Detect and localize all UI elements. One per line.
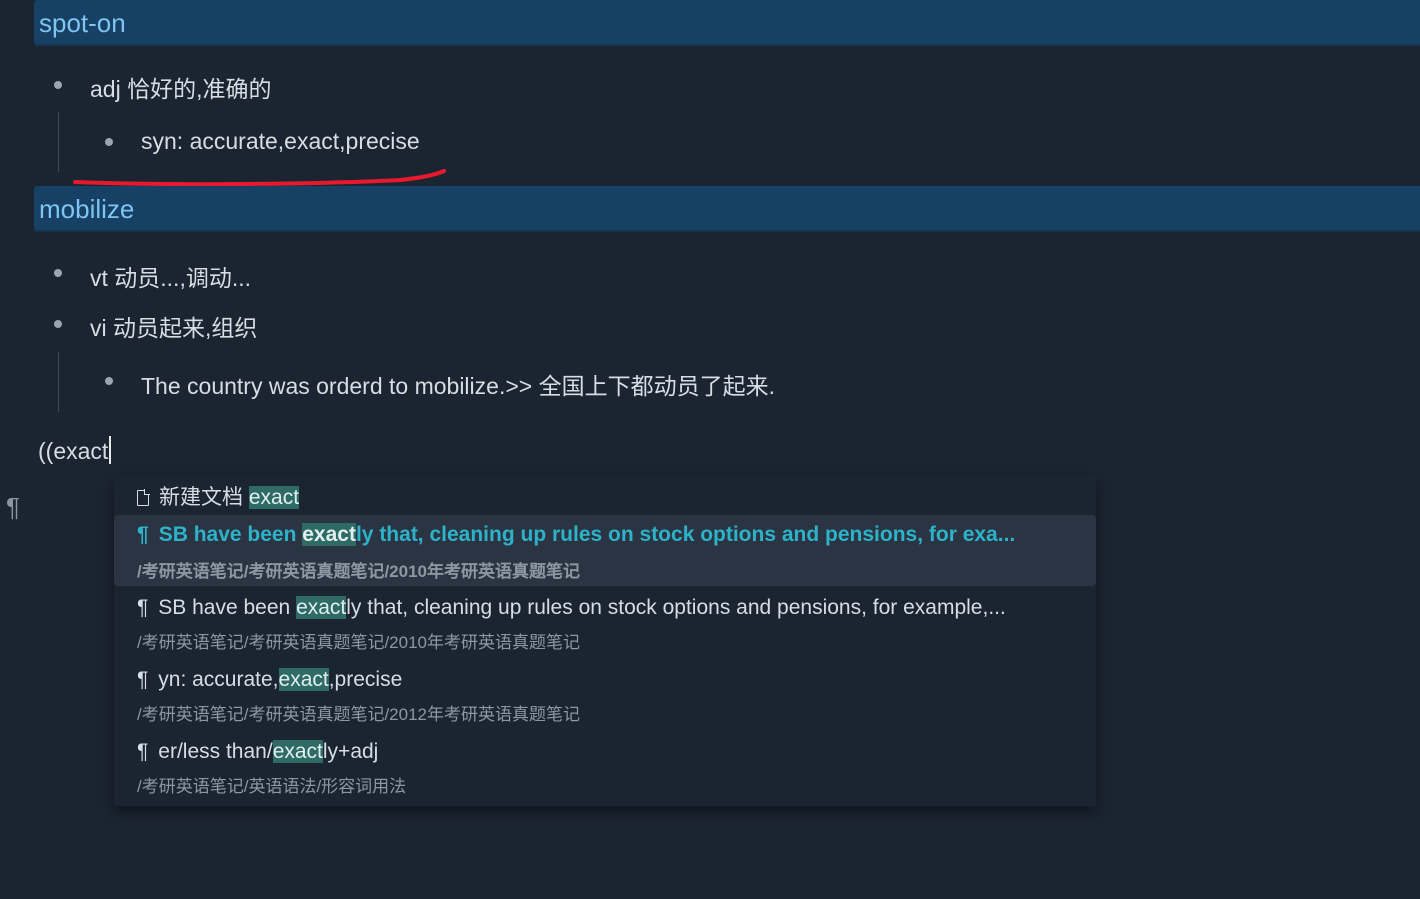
result-text-post: ly+adj	[322, 740, 379, 763]
text-cursor	[109, 436, 112, 464]
block-reference-popup: 新建文档 exact ¶ SB have been exactly that, c…	[114, 476, 1096, 806]
list-bullet[interactable]	[54, 269, 62, 277]
result-text-pre: SB have been	[158, 523, 303, 546]
document-icon	[137, 489, 150, 506]
result-text-post: ly that, cleaning up rules on stock opti…	[346, 596, 1006, 619]
result-path: /考研英语笔记/考研英语真题笔记/2010年考研英语真题笔记	[137, 633, 580, 652]
popup-item-result[interactable]: ¶ SB have been exactly that, cleaning up …	[114, 515, 1096, 586]
result-text-pre: yn: accurate,	[158, 668, 279, 691]
list-item-example[interactable]: The country was orderd to mobilize.>> 全国…	[141, 367, 775, 401]
list-item-vi[interactable]: vi 动员起来,组织	[90, 309, 257, 343]
paragraph-icon: ¶	[137, 596, 149, 619]
paragraph-icon: ¶	[137, 523, 149, 546]
match-highlight: exact	[296, 596, 347, 619]
match-highlight: exact	[278, 668, 329, 691]
new-doc-label: 新建文档	[159, 486, 249, 509]
result-text-post: ly that, cleaning up rules on stock opti…	[355, 523, 1016, 546]
match-highlight: exact	[302, 523, 356, 546]
result-path: /考研英语笔记/考研英语真题笔记/2010年考研英语真题笔记	[137, 562, 580, 581]
paragraph-icon[interactable]: ¶	[6, 492, 20, 523]
result-text-pre: SB have been	[158, 596, 297, 619]
popup-item-result[interactable]: ¶ er/less than/exactly+adj /考研英语笔记/英语语法/形…	[114, 732, 1096, 802]
popup-item-new-doc[interactable]: 新建文档 exact	[114, 476, 1096, 514]
result-path: /考研英语笔记/英语语法/形容词用法	[137, 777, 407, 796]
result-text-post: ,precise	[328, 668, 403, 691]
typed-text: ((exact	[38, 438, 109, 464]
indent-guide	[58, 352, 59, 412]
heading-text: mobilize	[39, 193, 135, 224]
list-bullet[interactable]	[105, 377, 113, 385]
popup-item-result[interactable]: ¶ SB have been exactly that, cleaning up …	[114, 588, 1096, 658]
list-item-vt[interactable]: vt 动员...,调动...	[90, 259, 251, 293]
heading-mobilize[interactable]: mobilize	[34, 186, 1420, 232]
list-bullet[interactable]	[54, 320, 62, 328]
paragraph-icon: ¶	[137, 740, 149, 763]
result-text-pre: er/less than/	[158, 740, 273, 763]
match-highlight: exact	[272, 740, 323, 763]
editor-input-line[interactable]: ((exact	[38, 436, 112, 465]
match-highlight: exact	[248, 486, 300, 509]
popup-item-result[interactable]: ¶ yn: accurate,exact,precise /考研英语笔记/考研英语…	[114, 660, 1096, 730]
result-path: /考研英语笔记/考研英语真题笔记/2012年考研英语真题笔记	[137, 705, 580, 724]
paragraph-icon: ¶	[137, 668, 149, 691]
